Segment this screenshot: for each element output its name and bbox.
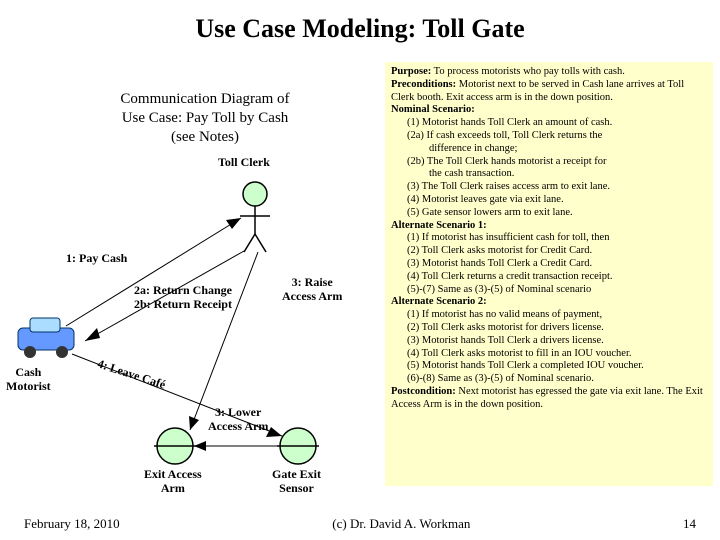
label-msg3-lower: 3: Lower Access Arm [208, 406, 268, 434]
nominal-1: (1) Motorist hands Toll Clerk an amount … [391, 117, 707, 130]
alt2-label: Alternate Scenario 2: [391, 296, 487, 307]
label-toll-clerk: Toll Clerk [218, 156, 270, 170]
label-cash-motorist: Cash Motorist [6, 366, 51, 394]
diagram-svg [0, 156, 380, 496]
post-label: Postcondition: [391, 386, 456, 397]
label-msg2b: 2b: Return Receipt [134, 298, 232, 312]
alt1-5: (5)-(7) Same as (3)-(5) of Nominal scena… [391, 284, 707, 297]
footer-page: 14 [683, 516, 696, 532]
spec-panel: Purpose: To process motorists who pay to… [385, 62, 713, 486]
label-exit-arm: Exit Access Arm [144, 468, 202, 496]
alt1-4: (4) Toll Clerk returns a credit transact… [391, 271, 707, 284]
label-gate-sensor: Gate Exit Sensor [272, 468, 321, 496]
preconditions-label: Preconditions: [391, 79, 456, 90]
left-column: Communication Diagram of Use Case: Pay T… [0, 60, 380, 480]
nominal-label: Nominal Scenario: [391, 104, 475, 115]
nominal-5: (5) Gate sensor lowers arm to exit lane. [391, 207, 707, 220]
communication-diagram: Toll Clerk 1: Pay Cash 2a: Return Change… [0, 156, 380, 496]
footer-copyright: (c) Dr. David A. Workman [332, 516, 470, 532]
footer-date: February 18, 2010 [24, 516, 120, 532]
nominal-2a-cont: difference in change; [391, 143, 707, 156]
nominal-3: (3) The Toll Clerk raises access arm to … [391, 181, 707, 194]
alt1-2: (2) Toll Clerk asks motorist for Credit … [391, 245, 707, 258]
page-title: Use Case Modeling: Toll Gate [0, 0, 720, 44]
alt2-5: (5) Motorist hands Toll Clerk a complete… [391, 360, 707, 373]
nominal-4: (4) Motorist leaves gate via exit lane. [391, 194, 707, 207]
label-msg1: 1: Pay Cash [66, 252, 127, 266]
nominal-2a: (2a) If cash exceeds toll, Toll Clerk re… [391, 130, 707, 143]
diagram-subtitle: Communication Diagram of Use Case: Pay T… [0, 90, 380, 146]
alt2-4: (4) Toll Clerk asks motorist to fill in … [391, 348, 707, 361]
alt2-1: (1) If motorist has no valid means of pa… [391, 309, 707, 322]
alt1-1: (1) If motorist has insufficient cash fo… [391, 232, 707, 245]
alt1-label: Alternate Scenario 1: [391, 220, 487, 231]
purpose-text: To process motorists who pay tolls with … [431, 66, 625, 77]
purpose-label: Purpose: [391, 66, 431, 77]
alt2-3: (3) Motorist hands Toll Clerk a drivers … [391, 335, 707, 348]
alt2-6: (6)-(8) Same as (3)-(5) of Nominal scena… [391, 373, 707, 386]
label-msg3-raise: 3: Raise Access Arm [282, 276, 342, 304]
nominal-2b: (2b) The Toll Clerk hands motorist a rec… [391, 156, 707, 169]
footer: February 18, 2010 (c) Dr. David A. Workm… [0, 516, 720, 532]
nominal-2b-cont: the cash transaction. [391, 168, 707, 181]
alt1-3: (3) Motorist hands Toll Clerk a Credit C… [391, 258, 707, 271]
label-msg2a: 2a: Return Change [134, 284, 232, 298]
alt2-2: (2) Toll Clerk asks motorist for drivers… [391, 322, 707, 335]
